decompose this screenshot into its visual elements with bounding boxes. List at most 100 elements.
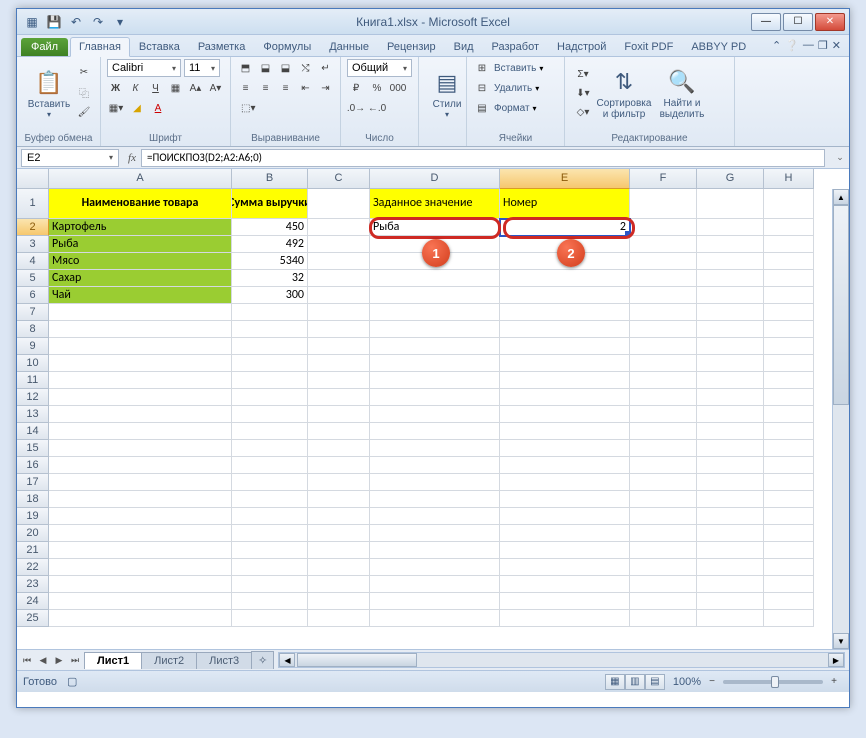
col-header-F[interactable]: F: [630, 169, 697, 189]
cell-H19[interactable]: [764, 508, 814, 525]
cell-C10[interactable]: [308, 355, 370, 372]
cell-H20[interactable]: [764, 525, 814, 542]
tab-home[interactable]: Главная: [70, 37, 130, 57]
paste-button[interactable]: 📋 Вставить ▾: [23, 59, 75, 127]
cell-H21[interactable]: [764, 542, 814, 559]
cell-E7[interactable]: [500, 304, 630, 321]
cell-C23[interactable]: [308, 576, 370, 593]
cell-A4[interactable]: Мясо: [49, 253, 232, 270]
row-header-13[interactable]: 13: [17, 406, 49, 423]
cell-A22[interactable]: [49, 559, 232, 576]
cell-A21[interactable]: [49, 542, 232, 559]
row-header-6[interactable]: 6: [17, 287, 49, 304]
cell-E15[interactable]: [500, 440, 630, 457]
cell-E17[interactable]: [500, 474, 630, 491]
cell-F10[interactable]: [630, 355, 697, 372]
tab-addins[interactable]: Надстрой: [548, 37, 615, 56]
col-header-G[interactable]: G: [697, 169, 764, 189]
hscroll-thumb[interactable]: [297, 653, 417, 667]
cell-C18[interactable]: [308, 491, 370, 508]
align-left-icon[interactable]: ≡: [237, 79, 254, 97]
cell-A2[interactable]: Картофель: [49, 219, 232, 236]
cell-F25[interactable]: [630, 610, 697, 627]
cell-B15[interactable]: [232, 440, 308, 457]
tab-formulas[interactable]: Формулы: [254, 37, 320, 56]
fill-icon[interactable]: ⬇▾: [574, 84, 592, 102]
cell-D19[interactable]: [370, 508, 500, 525]
bold-icon[interactable]: Ж: [107, 79, 124, 97]
cell-C13[interactable]: [308, 406, 370, 423]
col-header-H[interactable]: H: [764, 169, 814, 189]
cell-A11[interactable]: [49, 372, 232, 389]
row-header-18[interactable]: 18: [17, 491, 49, 508]
cell-F9[interactable]: [630, 338, 697, 355]
cell-A23[interactable]: [49, 576, 232, 593]
cell-H17[interactable]: [764, 474, 814, 491]
cell-E1[interactable]: Номер: [500, 189, 630, 219]
cell-H16[interactable]: [764, 457, 814, 474]
cell-F14[interactable]: [630, 423, 697, 440]
scroll-up-icon[interactable]: ▲: [833, 189, 849, 205]
cell-C8[interactable]: [308, 321, 370, 338]
borders-dropdown-icon[interactable]: ▦▾: [107, 99, 125, 117]
cell-H9[interactable]: [764, 338, 814, 355]
cell-B23[interactable]: [232, 576, 308, 593]
macro-record-icon[interactable]: ▢: [67, 675, 77, 688]
cell-F18[interactable]: [630, 491, 697, 508]
cell-E9[interactable]: [500, 338, 630, 355]
page-layout-view-icon[interactable]: ▥: [625, 674, 645, 690]
cell-B3[interactable]: 492: [232, 236, 308, 253]
cell-G14[interactable]: [697, 423, 764, 440]
cell-E24[interactable]: [500, 593, 630, 610]
cell-B20[interactable]: [232, 525, 308, 542]
delete-cells-icon[interactable]: ⊟: [473, 79, 491, 97]
cell-C20[interactable]: [308, 525, 370, 542]
format-cells-icon[interactable]: ▤: [473, 99, 491, 117]
sheet-tab-3[interactable]: Лист3: [196, 652, 252, 669]
cell-G9[interactable]: [697, 338, 764, 355]
cell-E12[interactable]: [500, 389, 630, 406]
sheet-nav-last-icon[interactable]: ⏭: [67, 652, 83, 668]
cell-E16[interactable]: [500, 457, 630, 474]
cell-G17[interactable]: [697, 474, 764, 491]
sheet-tab-2[interactable]: Лист2: [141, 652, 197, 669]
cell-G22[interactable]: [697, 559, 764, 576]
cell-A13[interactable]: [49, 406, 232, 423]
cell-A16[interactable]: [49, 457, 232, 474]
cell-H24[interactable]: [764, 593, 814, 610]
align-right-icon[interactable]: ≡: [277, 79, 294, 97]
cell-D21[interactable]: [370, 542, 500, 559]
row-header-23[interactable]: 23: [17, 576, 49, 593]
cell-G8[interactable]: [697, 321, 764, 338]
cell-F23[interactable]: [630, 576, 697, 593]
cell-D12[interactable]: [370, 389, 500, 406]
copy-icon[interactable]: ⿻: [75, 83, 93, 101]
cell-H22[interactable]: [764, 559, 814, 576]
cell-D15[interactable]: [370, 440, 500, 457]
fx-button[interactable]: fx: [123, 149, 141, 167]
wrap-text-icon[interactable]: ↵: [317, 59, 334, 77]
cell-G20[interactable]: [697, 525, 764, 542]
border-icon[interactable]: ▦: [167, 79, 184, 97]
minimize-ribbon-icon[interactable]: ⌃: [772, 39, 781, 52]
undo-icon[interactable]: ↶: [67, 13, 85, 31]
cell-D1[interactable]: Заданное значение: [370, 189, 500, 219]
cell-G7[interactable]: [697, 304, 764, 321]
cell-B11[interactable]: [232, 372, 308, 389]
cell-G11[interactable]: [697, 372, 764, 389]
font-color-icon[interactable]: А: [149, 99, 167, 117]
cell-D8[interactable]: [370, 321, 500, 338]
cell-E20[interactable]: [500, 525, 630, 542]
cell-C9[interactable]: [308, 338, 370, 355]
cell-D10[interactable]: [370, 355, 500, 372]
cell-C11[interactable]: [308, 372, 370, 389]
row-header-9[interactable]: 9: [17, 338, 49, 355]
cell-D14[interactable]: [370, 423, 500, 440]
row-header-2[interactable]: 2: [17, 219, 49, 236]
cell-D20[interactable]: [370, 525, 500, 542]
doc-min-icon[interactable]: —: [803, 39, 814, 51]
cell-A12[interactable]: [49, 389, 232, 406]
sort-filter-button[interactable]: ⇅ Сортировка и фильтр: [595, 59, 653, 127]
row-header-24[interactable]: 24: [17, 593, 49, 610]
row-header-14[interactable]: 14: [17, 423, 49, 440]
